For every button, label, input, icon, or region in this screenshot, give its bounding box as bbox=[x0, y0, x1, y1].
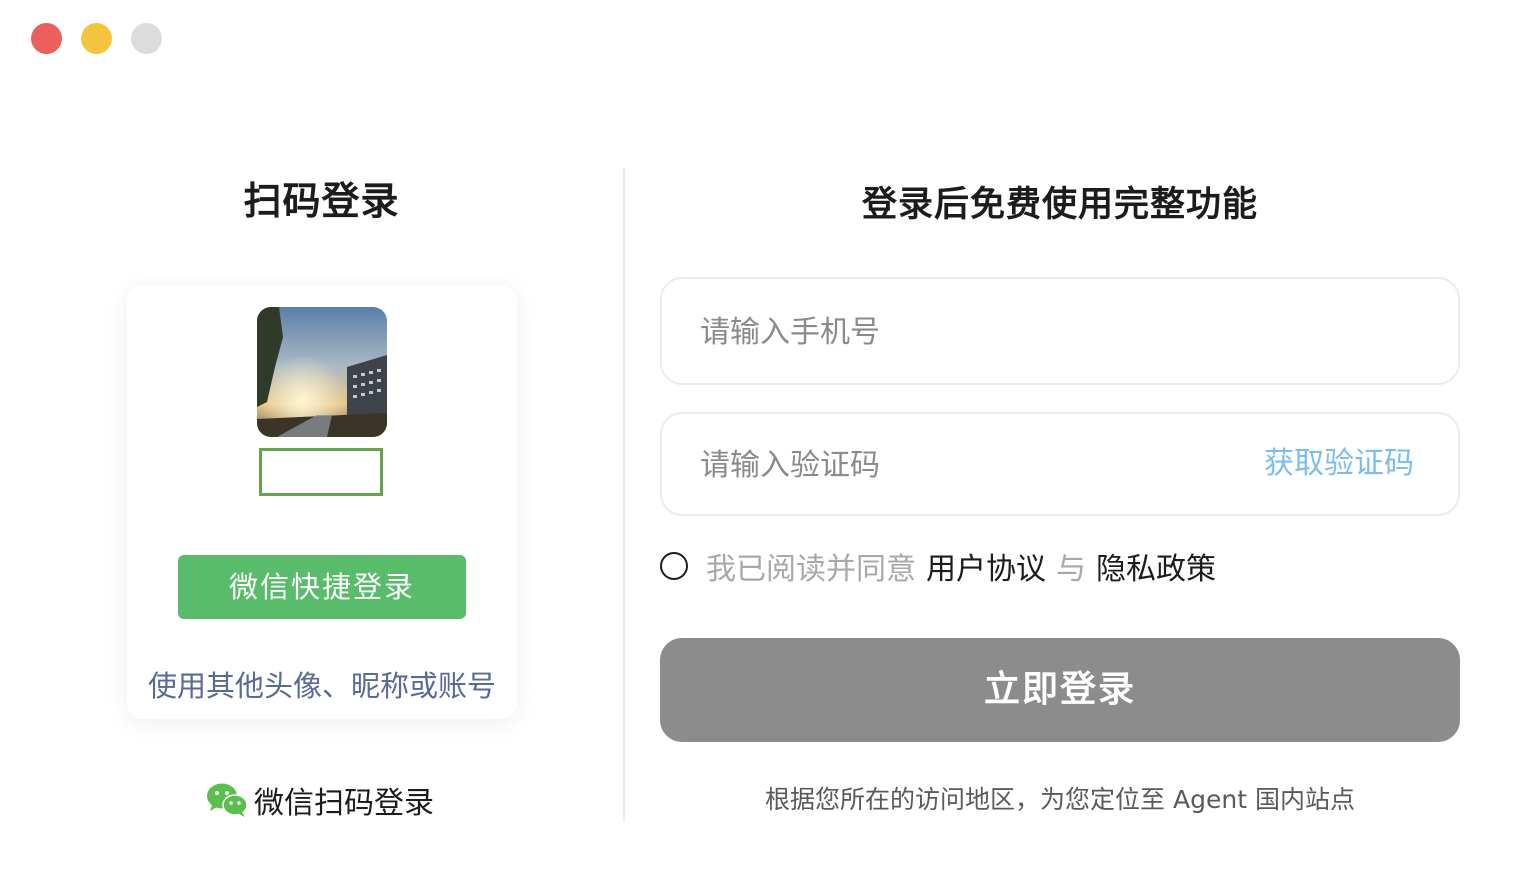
phone-input[interactable] bbox=[698, 279, 1222, 385]
agreement-lead-text: 我已阅读并同意 bbox=[706, 552, 916, 587]
qr-login-title: 扫码登录 bbox=[243, 179, 400, 223]
get-code-button[interactable]: 获取验证码 bbox=[1264, 414, 1414, 514]
login-window: 扫码登录 微信快捷登录 使用其他头像、昵称或账号 微信扫码登录 登录后免费使用完… bbox=[0, 0, 1522, 896]
wechat-login-card: 微信快捷登录 使用其他头像、昵称或账号 bbox=[127, 285, 517, 719]
phone-login-title: 登录后免费使用完整功能 bbox=[861, 185, 1258, 225]
wechat-scan-login-label: 微信扫码登录 bbox=[254, 786, 434, 821]
agreement-conjunction: 与 bbox=[1056, 552, 1086, 587]
wechat-scan-login-tab[interactable]: 微信扫码登录 bbox=[206, 778, 434, 822]
panel-divider bbox=[623, 168, 625, 822]
phone-field-container bbox=[660, 277, 1460, 385]
code-field-container: 获取验证码 bbox=[660, 412, 1460, 516]
agreement-row: 我已阅读并同意 用户协议 与 隐私政策 bbox=[660, 544, 1216, 588]
close-window-button[interactable] bbox=[31, 23, 62, 54]
window-controls bbox=[31, 23, 162, 54]
user-agreement-link[interactable]: 用户协议 bbox=[926, 544, 1046, 588]
verification-code-input[interactable] bbox=[698, 414, 1222, 516]
login-button[interactable]: 立即登录 bbox=[660, 638, 1460, 742]
privacy-policy-link[interactable]: 隐私政策 bbox=[1096, 544, 1216, 588]
maximize-window-button[interactable] bbox=[131, 23, 162, 54]
region-note: 根据您所在的访问地区，为您定位至 Agent 国内站点 bbox=[765, 785, 1355, 814]
wechat-quick-login-button[interactable]: 微信快捷登录 bbox=[178, 555, 466, 619]
user-avatar bbox=[257, 307, 387, 437]
wechat-icon bbox=[207, 783, 248, 817]
minimize-window-button[interactable] bbox=[81, 23, 112, 54]
use-other-account-link[interactable]: 使用其他头像、昵称或账号 bbox=[127, 663, 517, 705]
avatar-photo-icon bbox=[257, 307, 387, 437]
agreement-checkbox[interactable] bbox=[660, 552, 688, 580]
nickname-field bbox=[259, 448, 383, 496]
